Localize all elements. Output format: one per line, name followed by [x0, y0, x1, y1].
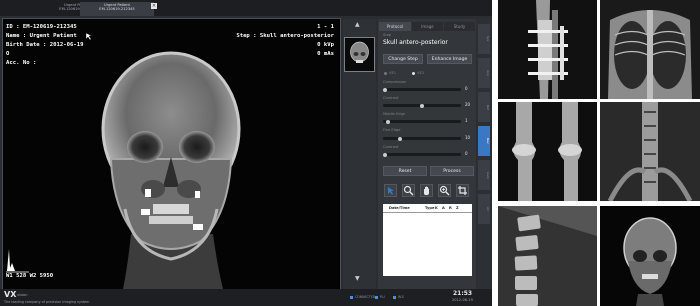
gallery-skull-xray: [600, 206, 700, 306]
compression-value: 0: [465, 86, 468, 91]
mouse-cursor-icon: [85, 25, 93, 41]
kvp-text: 0 kVp: [317, 42, 334, 48]
table-header: Z: [456, 206, 459, 210]
enhance-image-button[interactable]: Enhance Image: [427, 54, 472, 64]
scroll-down-icon[interactable]: ▼: [355, 275, 360, 282]
side-tab-rev[interactable]: Rev: [478, 126, 490, 156]
connected-label: CONNECTED: [355, 295, 376, 299]
contrast-slider-knob[interactable]: [420, 103, 424, 108]
change-step-button[interactable]: Change Step: [383, 54, 423, 64]
pointer-tool-icon[interactable]: [384, 184, 397, 197]
reset-button[interactable]: Reset: [383, 166, 427, 176]
side-tab-arr[interactable]: Arr: [478, 194, 490, 224]
patient-tab-2-active[interactable]: Urgent Patient EM-120619-212345: [80, 2, 154, 16]
radio-ve2-label: VE2: [417, 71, 425, 75]
brand-subtitle: vision: [17, 293, 28, 297]
pu-indicator-icon: [375, 296, 378, 299]
side-tab-lock[interactable]: Lock: [478, 160, 490, 190]
contrast-value: 20: [465, 102, 471, 107]
zoom-tool-icon[interactable]: [402, 184, 415, 197]
mas-text: 0 mAs: [317, 51, 334, 57]
birth-date-text: Birth Date : 2012-06-19: [6, 42, 84, 48]
table-header: Date/Time: [389, 206, 410, 210]
step-title: Skull antero-posterior: [383, 39, 448, 46]
table-header: K: [435, 206, 438, 210]
side-tab-ref[interactable]: Ref: [478, 92, 490, 122]
compression-label: Compression: [383, 80, 407, 84]
pu-label: P.U: [380, 295, 385, 299]
accession-number-text: Acc. No :: [6, 60, 37, 66]
gallery-knees-xray: [498, 102, 597, 201]
gallery-chest-xray: [600, 0, 700, 99]
scroll-up-icon[interactable]: ▲: [355, 21, 360, 28]
contrast-2-value: 0: [465, 151, 468, 156]
image-index-text: 1 - 1: [317, 24, 334, 30]
tab-study[interactable]: Study: [444, 22, 475, 31]
field-o-text: O: [6, 51, 10, 57]
ws-label: W.S: [398, 295, 404, 299]
brand-logo: VX: [4, 290, 17, 299]
table-header: Type: [425, 206, 435, 210]
middle-edge-label: Middle Edge: [383, 112, 406, 116]
fine-edge-slider[interactable]: [383, 137, 461, 140]
crop-tool-icon[interactable]: [456, 184, 469, 197]
fine-edge-slider-knob[interactable]: [398, 136, 402, 141]
step-label: Step: [383, 33, 392, 37]
radio-ve1[interactable]: [384, 72, 387, 75]
connected-indicator-icon: [350, 296, 353, 299]
pan-hand-tool-icon[interactable]: [420, 184, 433, 197]
process-button[interactable]: Process: [430, 166, 474, 176]
close-tab-icon[interactable]: ×: [151, 3, 157, 9]
patient-tab-id: EM-120619-212345: [99, 6, 135, 11]
ws-indicator-icon: [393, 296, 396, 299]
table-header: A: [442, 206, 445, 210]
side-tab-sys[interactable]: Sys: [478, 24, 490, 54]
fine-edge-label: Fine Edge: [383, 128, 401, 132]
compression-slider-knob[interactable]: [383, 87, 387, 92]
radio-ve2[interactable]: [412, 72, 415, 75]
patient-name-text: Name : Urgent Patient: [6, 33, 77, 39]
skull-xray-image: [6, 51, 241, 289]
contrast-2-slider[interactable]: [383, 153, 461, 156]
middle-edge-slider-knob[interactable]: [386, 119, 390, 124]
clock-time: 21:53: [453, 290, 473, 297]
radio-ve1-label: VE1: [389, 71, 397, 75]
table-header: R: [449, 206, 452, 210]
step-text: Step : Skull antero-posterior: [236, 33, 334, 39]
contrast-label: Contrast: [383, 96, 399, 100]
window-level-text: W1 528 W2 5950: [6, 273, 54, 279]
patient-id-text: ID : EM-120619-212345: [6, 24, 77, 30]
gallery-lumbar-xray: [498, 206, 597, 306]
gallery-pelvis-xray: [600, 102, 700, 201]
clock-date: 2012-06-19: [452, 298, 473, 302]
compression-slider[interactable]: [383, 88, 461, 91]
magnify-plus-tool-icon[interactable]: [438, 184, 451, 197]
side-tab-acq[interactable]: Acq: [478, 58, 490, 88]
image-viewer[interactable]: ID : EM-120619-212345 Name : Urgent Pati…: [2, 18, 341, 290]
middle-edge-value: 1: [465, 118, 468, 123]
middle-edge-slider[interactable]: [383, 120, 461, 123]
tab-image[interactable]: Image: [412, 22, 443, 31]
tab-protocol[interactable]: Protocol: [379, 22, 411, 31]
brand-tagline: The leading company of precision imaging…: [4, 300, 90, 304]
fine-edge-value: 10: [465, 135, 471, 140]
contrast-2-label: Contrast: [383, 145, 399, 149]
gallery-leg-xray: [498, 0, 597, 99]
contrast-2-slider-knob[interactable]: [383, 152, 387, 157]
history-table: Date/Time Type K A R Z: [383, 204, 472, 276]
image-thumbnail[interactable]: [344, 37, 375, 72]
